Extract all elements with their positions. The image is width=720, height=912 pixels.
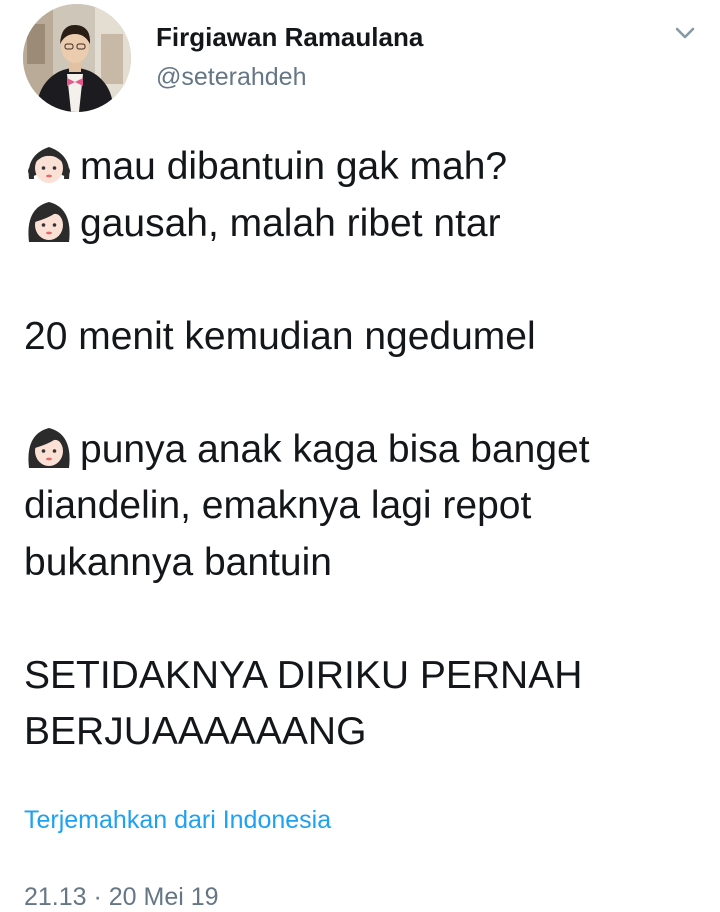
tweet-line: diandelin, emaknya lagi repot xyxy=(24,478,704,535)
profile-photo xyxy=(23,4,131,112)
tweet-line-text: BERJUAAAAAANG xyxy=(24,710,367,753)
tweet-line-text: diandelin, emaknya lagi repot xyxy=(24,484,532,527)
translate-link[interactable]: Terjemahkan dari Indonesia xyxy=(24,806,331,835)
tweet-line: bukannya bantuin xyxy=(24,535,704,592)
chevron-down-icon[interactable] xyxy=(671,22,699,44)
line-break xyxy=(24,252,704,309)
tweet-line-text: SETIDAKNYA DIRIKU PERNAH xyxy=(24,653,583,697)
avatar[interactable] xyxy=(23,4,131,112)
tweet-line-text: mau dibantuin gak mah? xyxy=(80,145,508,188)
tweet-line: mau dibantuin gak mah? xyxy=(24,139,704,196)
woman-emoji xyxy=(24,198,74,244)
tweet-line-text: gausah, malah ribet ntar xyxy=(80,201,501,245)
tweet-line-text: bukannya bantuin xyxy=(24,540,332,584)
line-break xyxy=(24,365,704,422)
tweet-line: gausah, malah ribet ntar xyxy=(24,196,704,253)
tweet-line-text: punya anak kaga bisa banget xyxy=(80,427,590,471)
tweet-line: BERJUAAAAAANG xyxy=(24,704,704,761)
tweet-text: mau dibantuin gak mah? gausah, malah rib… xyxy=(24,139,704,761)
tweet-card: Firgiawan Ramaulana @seterahdeh mau diba… xyxy=(0,0,720,911)
author-handle[interactable]: @seterahdeh xyxy=(156,63,306,92)
line-break xyxy=(24,591,704,648)
tweet-timestamp[interactable]: 21.13 · 20 Mei 19 xyxy=(24,883,219,912)
tweet-line-text: 20 menit kemudian ngedumel xyxy=(24,314,536,358)
woman-emoji xyxy=(24,424,74,470)
tweet-line: punya anak kaga bisa banget xyxy=(24,422,704,479)
author-display-name[interactable]: Firgiawan Ramaulana xyxy=(156,22,423,53)
tweet-line: 20 menit kemudian ngedumel xyxy=(24,309,704,366)
tweet-line: SETIDAKNYA DIRIKU PERNAH xyxy=(24,648,704,705)
girl-emoji xyxy=(24,141,74,187)
